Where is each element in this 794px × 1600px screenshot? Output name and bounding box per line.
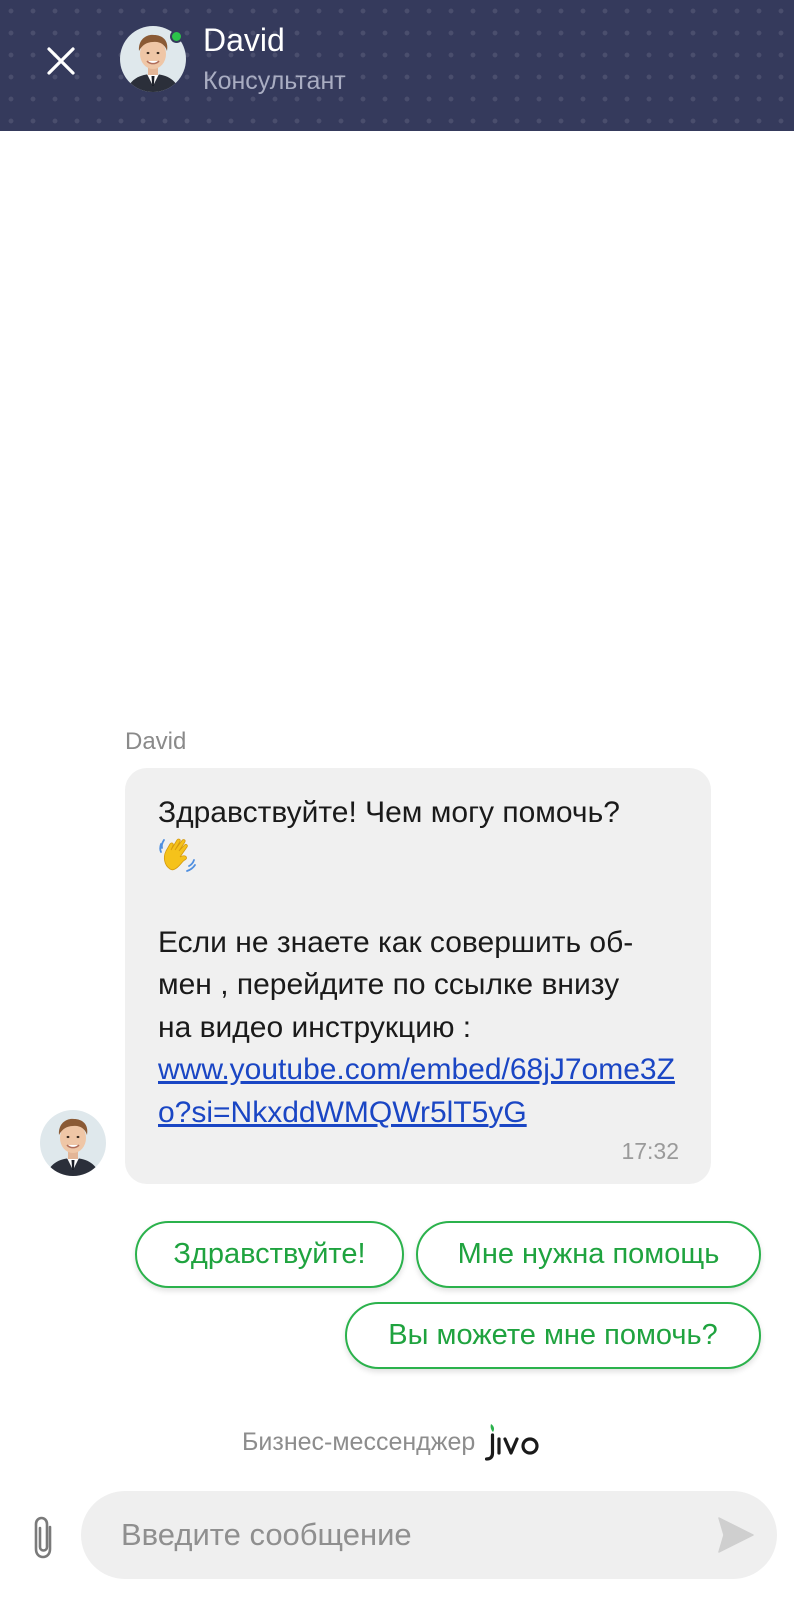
message-timestamp: 17:32 (621, 1137, 679, 1164)
send-icon[interactable] (716, 1513, 756, 1557)
online-status-dot (170, 30, 183, 43)
message-emoji-line (158, 835, 679, 880)
message-bubble: Здравствуйте! Чем могу помочь? Если не з… (125, 768, 711, 1184)
paperclip-icon[interactable] (26, 1513, 62, 1563)
agent-role: Консультант (203, 67, 346, 95)
branding[interactable]: Бизнес-мессенджер (242, 1422, 541, 1462)
message-input[interactable] (81, 1491, 777, 1579)
message-spacer (158, 879, 679, 922)
video-instruction-link[interactable]: www.youtube.com/embed/68jJ7ome3Zo?si=Nkx… (158, 1053, 675, 1129)
agent-name: David (203, 22, 285, 58)
quick-reply-hello[interactable]: Здравствуйте! (135, 1221, 404, 1288)
message-avatar (40, 1110, 106, 1176)
message-body-line: мен , перейдите по ссылке внизу (158, 968, 620, 1001)
message-body-line: Если не знаете как совершить об- (158, 925, 634, 959)
message-body-line: на видео инструкцию : (158, 1010, 472, 1044)
branding-text: Бизнес-мессенджер (242, 1427, 476, 1456)
waving-hand-icon (159, 838, 196, 872)
message-sender-name: David (125, 728, 187, 755)
quick-reply-need-help[interactable]: Мне нужна помощь (416, 1221, 761, 1288)
jivo-logo (485, 1424, 539, 1461)
close-icon[interactable] (40, 40, 82, 82)
quick-reply-can-you-help[interactable]: Вы можете мне помочь? (345, 1302, 761, 1369)
message-greeting: Здравствуйте! Чем могу помочь? (158, 796, 620, 829)
agent-avatar-wrapper (120, 26, 186, 92)
chat-header: David Консультант (0, 0, 794, 131)
